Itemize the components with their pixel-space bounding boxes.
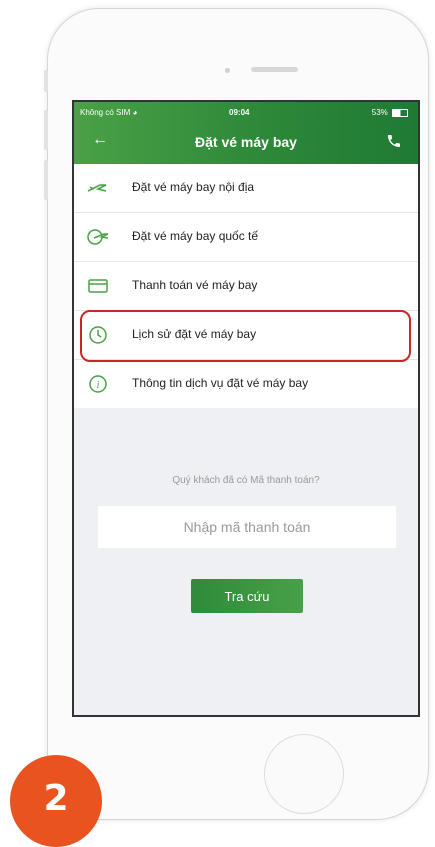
home-button[interactable] [264, 734, 344, 814]
menu-item-domestic-flights[interactable]: Đặt vé máy bay nội địa [74, 164, 418, 213]
battery-icon [392, 108, 408, 117]
menu-item-label: Đặt vé máy bay quốc tế [132, 229, 259, 243]
carrier-label: Không có SIM ◕ [80, 108, 137, 117]
payment-lookup-section: Quý khách đã có Mã thanh toán? Tra cứu [74, 408, 418, 706]
svg-text:i: i [97, 380, 100, 391]
page-title: Đặt vé máy bay [195, 134, 297, 150]
menu-list: Đặt vé máy bay nội địa Đặt vé máy bay qu… [74, 164, 418, 408]
carrier-text: Không có SIM [80, 108, 131, 117]
battery-percent: 53% [371, 108, 388, 117]
menu-item-international-flights[interactable]: Đặt vé máy bay quốc tế [74, 213, 418, 262]
mute-switch [44, 70, 48, 92]
front-camera [225, 68, 230, 73]
plane-icon [87, 184, 107, 192]
menu-item-payment[interactable]: Thanh toán vé máy bay [74, 262, 418, 311]
lookup-question: Quý khách đã có Mã thanh toán? [172, 475, 320, 486]
phone-icon[interactable] [386, 133, 402, 149]
volume-up-button [44, 110, 48, 150]
lookup-button[interactable]: Tra cứu [191, 579, 303, 613]
payment-code-input[interactable] [98, 506, 396, 548]
status-time: 09:04 [229, 108, 250, 117]
menu-item-service-info[interactable]: i Thông tin dịch vụ đặt vé máy bay [74, 360, 418, 408]
globe-plane-icon [87, 229, 109, 245]
history-highlight-frame [80, 310, 411, 362]
app-screen: Không có SIM ◕ 09:04 53% ← Đặt vé máy ba… [72, 100, 420, 717]
menu-item-label: Thông tin dịch vụ đặt vé máy bay [132, 376, 309, 390]
earpiece-speaker [251, 67, 298, 72]
app-header: Không có SIM ◕ 09:04 53% ← Đặt vé máy ba… [74, 102, 418, 164]
wifi-icon: ◕ [132, 108, 138, 117]
step-number-badge: 2 [10, 755, 102, 847]
card-icon [88, 279, 108, 293]
info-icon: i [89, 375, 107, 393]
menu-item-label: Đặt vé máy bay nội địa [132, 180, 255, 194]
volume-down-button [44, 160, 48, 200]
battery-status: 53% [372, 108, 408, 117]
menu-item-label: Thanh toán vé máy bay [132, 278, 258, 292]
status-bar: Không có SIM ◕ 09:04 53% [74, 102, 418, 124]
nav-bar: ← Đặt vé máy bay [74, 124, 418, 164]
